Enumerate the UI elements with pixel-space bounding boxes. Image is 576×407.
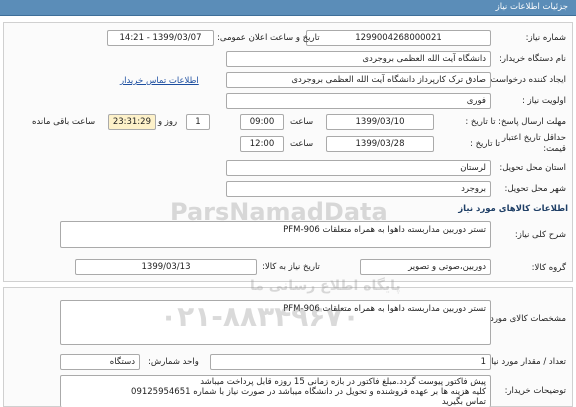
buyer-notes-label: توضیحات خریدار: [504, 386, 566, 396]
goods-section-title: اطلاعات کالاهای مورد نیاز [458, 204, 568, 214]
deadline-date-field: 1399/03/10 [326, 114, 434, 130]
qty-field: 1 [210, 354, 491, 370]
priority-field: فوری [226, 93, 491, 109]
creator-field: صادق ترک کارپرداز دانشگاه آیت الله العظم… [226, 72, 491, 88]
announce-field: 1399/03/07 - 14:21 [107, 30, 214, 46]
city-field: بروجرد [226, 181, 491, 197]
buyer-field: دانشگاه آیت الله العظمی بروجردی [226, 51, 491, 67]
creator-label: ایجاد کننده درخواست: [487, 75, 566, 85]
remaining-time-field: 23:31:29 [108, 114, 156, 130]
spec-field: تستر دوربین مداربسته داهوا به همراه متعل… [60, 300, 491, 345]
summary-field: تستر دوربین مداربسته داهوا به همراه متعل… [60, 221, 491, 248]
need-number-label: شماره نیاز: [525, 33, 566, 43]
deadline-time-field: 09:00 [240, 114, 284, 130]
deadline-time-label: ساعت [290, 117, 314, 127]
contact-info-link[interactable]: اطلاعات تماس خریدار [120, 76, 199, 86]
notes-line-2: کلیه هزینه ها بر عهده فروشنده و تحویل در… [131, 387, 486, 397]
validity-label-line1: حداقل تاریخ اعتبار [501, 133, 566, 143]
province-field: لرستان [226, 160, 491, 176]
qty-label: تعداد / مقدار مورد نیاز: [484, 357, 566, 367]
deadline-label: مهلت ارسال پاسخ: تا تاریخ : [465, 117, 566, 127]
buyer-label: نام دستگاه خریدار: [499, 54, 566, 64]
validity-time-field: 12:00 [240, 136, 284, 152]
group-label: گروه کالا: [531, 263, 566, 273]
buyer-notes-field: پیش فاکتور پیوست گردد.مبلغ فاکتور در باز… [60, 375, 491, 407]
unit-label: واحد شمارش: [148, 357, 199, 367]
validity-until-label: تا تاریخ : [470, 139, 501, 149]
need-date-field: 1399/03/13 [75, 259, 257, 275]
page-header: جزئیات اطلاعات نیاز [0, 0, 576, 16]
announce-label: تاریخ و ساعت اعلان عمومی: [217, 33, 320, 43]
need-date-label: تاریخ نیاز به کالا: [262, 262, 320, 272]
validity-time-label: ساعت [290, 139, 314, 149]
days-field: 1 [186, 114, 210, 130]
province-label: استان محل تحویل: [499, 163, 566, 173]
notes-line-3: تماس بگیرید [441, 397, 486, 407]
priority-label: اولویت نیاز : [521, 96, 566, 106]
remaining-label: ساعت باقی مانده [32, 117, 96, 127]
validity-label-line2: قیمت: [543, 144, 566, 154]
unit-field: دستگاه [60, 354, 140, 370]
city-label: شهر محل تحویل: [504, 184, 566, 194]
need-number-field: 1299004268000021 [306, 30, 491, 46]
group-field: دوربین،صوتی و تصویر [360, 259, 491, 275]
days-label: روز و [158, 117, 178, 127]
summary-label: شرح کلی نیاز: [514, 230, 566, 240]
page-title: جزئیات اطلاعات نیاز [495, 2, 568, 12]
notes-line-1: پیش فاکتور پیوست گردد.مبلغ فاکتور در باز… [200, 377, 486, 387]
validity-date-field: 1399/03/28 [326, 136, 434, 152]
